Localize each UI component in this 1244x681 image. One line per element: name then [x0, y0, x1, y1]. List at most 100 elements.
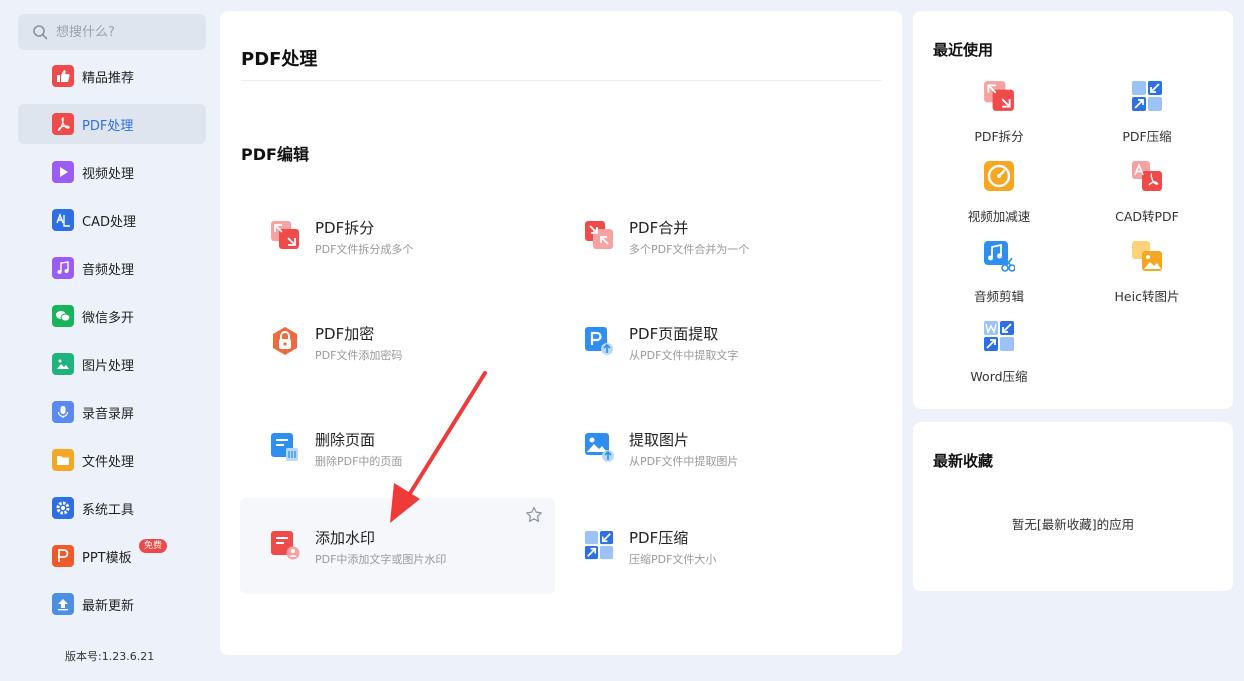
recent-item-label: CAD转PDF: [1115, 209, 1179, 224]
audio-cut-icon: [984, 241, 1016, 272]
folder-icon: [52, 449, 74, 471]
tool-pdf-split[interactable]: PDF拆分 PDF文件拆分成多个: [240, 188, 555, 284]
free-badge: 免费: [139, 539, 168, 553]
sidebar-item-pdf[interactable]: PDF处理: [18, 104, 206, 144]
play-icon: [52, 161, 74, 183]
cad-to-pdf-icon: [1132, 161, 1162, 191]
music-icon: [52, 257, 74, 279]
recent-item-heic-to-image[interactable]: Heic转图片: [1077, 240, 1217, 310]
tool-desc: 从PDF文件中提取图片: [629, 455, 739, 468]
pdf-merge-icon: [585, 221, 613, 249]
recent-item-label: 视频加减速: [967, 209, 1031, 224]
sidebar-item-label: PDF处理: [82, 118, 134, 134]
gear-icon: [52, 497, 74, 519]
pdf-compress-icon: [1132, 81, 1162, 111]
sidebar-item-audio[interactable]: 音频处理: [18, 248, 206, 288]
tool-name: 提取图片: [629, 431, 690, 449]
thumbs-up-icon: [52, 65, 74, 87]
sidebar-item-cad[interactable]: CAD处理: [18, 200, 206, 240]
tool-desc: 从PDF文件中提取文字: [629, 349, 739, 362]
tool-name: 删除页面: [315, 431, 376, 449]
sidebar-item-video[interactable]: 视频处理: [18, 152, 206, 192]
tool-pdf-compress[interactable]: PDF压缩 压缩PDF文件大小: [554, 498, 869, 594]
watermark-icon: [271, 531, 300, 560]
tool-name: PDF压缩: [629, 529, 689, 547]
tool-desc: PDF文件添加密码: [315, 349, 403, 362]
sidebar-item-label: 录音录屏: [82, 406, 135, 422]
ppt-icon: [52, 545, 74, 567]
sidebar-item-label: 图片处理: [82, 358, 135, 374]
tool-desc: PDF文件拆分成多个: [315, 243, 414, 256]
section-title: PDF编辑: [241, 145, 309, 164]
sidebar-item-ppt[interactable]: PPT模板 免费: [18, 536, 206, 576]
tool-desc: 多个PDF文件合并为一个: [629, 243, 750, 256]
recent-item-pdf-compress[interactable]: PDF压缩: [1077, 80, 1217, 150]
recent-item-label: PDF压缩: [1122, 129, 1172, 144]
wechat-icon: [52, 305, 74, 327]
sidebar-item-file[interactable]: 文件处理: [18, 440, 206, 480]
sidebar-item-label: 系统工具: [82, 502, 135, 518]
main-panel: PDF处理 PDF编辑 PDF拆分 PDF文件拆分成多个 PDF合并 多个PDF…: [220, 11, 902, 655]
page-title: PDF处理: [241, 49, 318, 70]
sidebar-item-label: 视频处理: [82, 166, 135, 182]
annotation-arrow: [390, 371, 487, 523]
sidebar-nav: 精品推荐 PDF处理 视频处理 CAD处理 音频处理 微信多开 图片处理 录音录…: [18, 56, 206, 632]
tool-desc: 压缩PDF文件大小: [629, 553, 717, 566]
tool-name: PDF页面提取: [629, 325, 719, 343]
tool-name: PDF合并: [629, 219, 689, 237]
heic-to-image-icon: [1132, 241, 1162, 271]
recent-panel: 最近使用 PDF拆分 PDF压缩 视频加减速 CAD转PDF 音频剪辑 Heic…: [913, 11, 1233, 409]
sidebar-item-label: 音频处理: [82, 262, 135, 278]
version-label: 版本号:1.23.6.21: [65, 650, 155, 663]
tool-pdf-merge[interactable]: PDF合并 多个PDF文件合并为一个: [554, 188, 869, 284]
star-icon[interactable]: [525, 506, 543, 524]
sidebar: 精品推荐 PDF处理 视频处理 CAD处理 音频处理 微信多开: [0, 0, 220, 681]
video-speed-icon: [984, 161, 1014, 191]
recent-item-audio-cut[interactable]: 音频剪辑: [929, 240, 1069, 310]
favorites-title: 最新收藏: [933, 452, 994, 470]
pdf-icon: [52, 113, 74, 135]
recent-item-pdf-split[interactable]: PDF拆分: [929, 80, 1069, 150]
search-icon: [33, 25, 48, 40]
sidebar-item-system[interactable]: 系统工具: [18, 488, 206, 528]
tool-extract-image[interactable]: 提取图片 从PDF文件中提取图片: [554, 400, 869, 496]
recent-item-label: PDF拆分: [974, 129, 1024, 144]
sidebar-item-label: CAD处理: [82, 214, 136, 230]
sidebar-item-label: 精品推荐: [82, 70, 135, 86]
recent-item-label: Word压缩: [970, 369, 1028, 384]
tool-pdf-page-extract[interactable]: PDF页面提取 从PDF文件中提取文字: [554, 294, 869, 390]
favorites-empty-text: 暂无[最新收藏]的应用: [1011, 517, 1135, 532]
tool-desc: PDF中添加文字或图片水印: [315, 553, 447, 566]
tool-name: 添加水印: [315, 529, 376, 547]
favorites-panel: 最新收藏 暂无[最新收藏]的应用: [913, 422, 1233, 591]
recent-item-label: 音频剪辑: [973, 289, 1024, 304]
pdf-split-icon: [271, 221, 299, 249]
recent-item-video-speed[interactable]: 视频加减速: [929, 160, 1069, 230]
sidebar-item-record[interactable]: 录音录屏: [18, 392, 206, 432]
sidebar-item-label: 微信多开: [82, 310, 135, 326]
sidebar-item-image[interactable]: 图片处理: [18, 344, 206, 384]
pdf-page-extract-icon: [585, 327, 613, 355]
recent-item-cad-to-pdf[interactable]: CAD转PDF: [1077, 160, 1217, 230]
sidebar-item-recommended[interactable]: 精品推荐: [18, 56, 206, 96]
sidebar-item-label: 最新更新: [82, 598, 135, 614]
search-box[interactable]: [18, 14, 206, 50]
upload-icon: [52, 593, 74, 615]
sidebar-item-wechat[interactable]: 微信多开: [18, 296, 206, 336]
recent-title: 最近使用: [933, 41, 994, 59]
extract-image-icon: [585, 433, 614, 462]
recent-item-label: Heic转图片: [1114, 289, 1180, 304]
sidebar-item-update[interactable]: 最新更新: [18, 584, 206, 624]
microphone-icon: [52, 401, 74, 423]
image-icon: [52, 353, 74, 375]
sidebar-item-label: 文件处理: [82, 454, 135, 470]
pdf-compress-icon: [584, 530, 614, 560]
divider: [241, 80, 882, 81]
search-input[interactable]: [56, 24, 196, 40]
pdf-split-icon: [984, 81, 1014, 111]
cad-icon: [52, 209, 74, 231]
tool-name: PDF加密: [315, 325, 375, 343]
pdf-lock-icon: [273, 327, 297, 355]
delete-page-icon: [271, 433, 298, 461]
recent-item-word-compress[interactable]: Word压缩: [929, 320, 1069, 390]
